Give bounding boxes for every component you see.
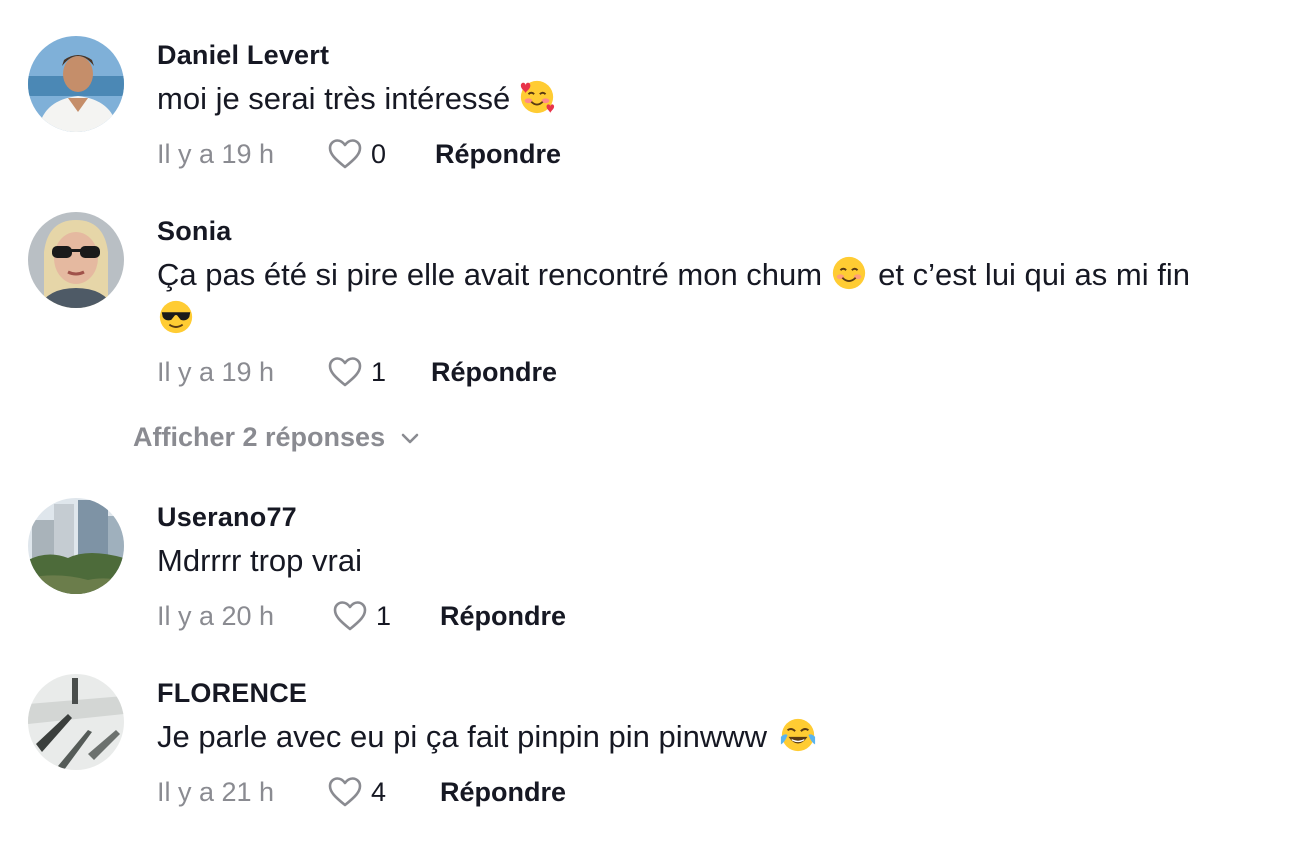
like-count: 4 <box>371 776 387 807</box>
comment-timestamp: Il y a 20 h <box>157 600 275 631</box>
like-count: 1 <box>371 356 387 387</box>
comment-username[interactable]: Daniel Levert <box>157 40 329 71</box>
like-button[interactable]: 1 <box>332 600 440 632</box>
heart-outline-icon <box>328 139 362 169</box>
avatar[interactable] <box>28 212 124 308</box>
comment-meta: Il y a 19 h 0 Répondre <box>157 134 561 174</box>
comment-meta: Il y a 21 h 4 Répondre <box>157 772 566 812</box>
comment-text-content: moi je serai très intéressé <box>157 81 511 116</box>
comment-username[interactable]: Sonia <box>157 216 232 247</box>
sunglasses-face-icon <box>157 298 195 336</box>
avatar[interactable] <box>28 36 124 132</box>
comment-text: Ça pas été si pire elle avait rencontré … <box>157 253 1287 341</box>
reply-button[interactable]: Répondre <box>431 357 557 388</box>
smiling-face-icon <box>830 254 868 292</box>
comment-timestamp: Il y a 19 h <box>157 138 275 169</box>
like-count: 0 <box>371 138 387 169</box>
like-button[interactable]: 0 <box>327 138 435 170</box>
smiling-face-with-hearts-icon <box>518 78 556 116</box>
comment-username[interactable]: Userano77 <box>157 502 297 533</box>
comment-text-content: Je parle avec eu pi ça fait pinpin pin p… <box>157 719 768 754</box>
reply-button[interactable]: Répondre <box>440 777 566 808</box>
comment-timestamp: Il y a 21 h <box>157 776 275 807</box>
avatar[interactable] <box>28 674 124 770</box>
comment-text: moi je serai très intéressé <box>157 77 1287 121</box>
like-button[interactable]: 1 <box>327 356 431 388</box>
comment-text-content: Ça pas été si pire elle avait rencontré … <box>157 257 823 292</box>
comment-timestamp: Il y a 19 h <box>157 356 275 387</box>
avatar[interactable] <box>28 498 124 594</box>
comment-text-continued: et c’est lui qui as mi fin <box>878 257 1190 292</box>
reply-button[interactable]: Répondre <box>440 601 566 632</box>
like-count: 1 <box>376 600 392 631</box>
comment-username[interactable]: FLORENCE <box>157 678 307 709</box>
comment-text-content: Mdrrrr trop vrai <box>157 543 362 578</box>
comment-meta: Il y a 19 h 1 Répondre <box>157 352 557 392</box>
heart-outline-icon <box>328 777 362 807</box>
comment-text: Mdrrrr trop vrai <box>157 539 1287 583</box>
heart-outline-icon <box>333 601 367 631</box>
comment-text: Je parle avec eu pi ça fait pinpin pin p… <box>157 715 1287 759</box>
reply-button[interactable]: Répondre <box>435 139 561 170</box>
like-button[interactable]: 4 <box>327 776 440 808</box>
comment-meta: Il y a 20 h 1 Répondre <box>157 596 566 636</box>
heart-outline-icon <box>328 357 362 387</box>
view-replies-label: Afficher 2 réponses <box>133 422 386 452</box>
tears-of-joy-icon <box>779 716 817 754</box>
chevron-down-icon <box>401 433 419 443</box>
view-replies-button[interactable]: Afficher 2 réponses <box>133 422 421 453</box>
